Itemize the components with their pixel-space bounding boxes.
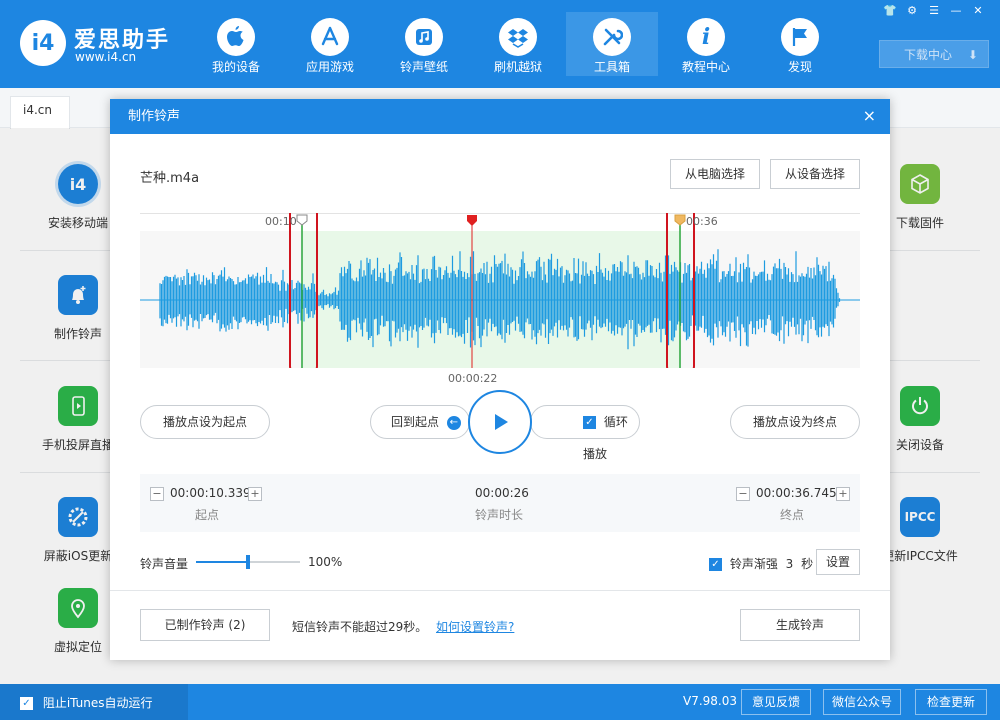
playhead-handle xyxy=(467,215,477,226)
status-bar: ✓ 阻止iTunes自动运行 V7.98.03 意见反馈 微信公众号 检查更新 xyxy=(0,684,1000,720)
info-icon: i xyxy=(687,18,725,56)
nav-label: 我的设备 xyxy=(211,60,260,74)
fade-in-label: 铃声渐强 xyxy=(729,557,778,571)
volume-fill xyxy=(196,561,248,563)
music-icon xyxy=(405,18,443,56)
start-minus-button[interactable]: − xyxy=(150,487,164,501)
nav-apps[interactable]: 应用游戏 xyxy=(284,12,376,76)
nav-discover[interactable]: 发现 xyxy=(754,12,846,76)
download-icon: ⬇ xyxy=(967,48,978,62)
fade-in-value: 3 xyxy=(785,557,794,571)
close-icon[interactable]: ✕ xyxy=(968,3,988,19)
apple-icon xyxy=(217,18,255,56)
start-plus-button[interactable]: + xyxy=(248,487,262,501)
end-caption: 终点 xyxy=(780,508,805,522)
minimize-icon[interactable]: — xyxy=(946,3,966,19)
checkbox-checked-icon[interactable]: ✓ xyxy=(583,416,596,429)
play-button[interactable] xyxy=(468,390,532,454)
logo: i4 xyxy=(20,20,66,66)
nav-label: 工具箱 xyxy=(593,60,630,74)
itunes-block-toggle[interactable]: ✓ 阻止iTunes自动运行 xyxy=(20,694,153,711)
tab-i4[interactable]: i4.cn xyxy=(10,96,70,129)
nav-flash-jailbreak[interactable]: 刷机越狱 xyxy=(472,12,564,76)
shirt-icon[interactable]: 👕 xyxy=(880,3,900,19)
playhead-time: 00:00:22 xyxy=(448,372,498,385)
app-store-icon xyxy=(311,18,349,56)
arrow-left-icon: ← xyxy=(446,415,461,430)
file-name: 芒种.m4a xyxy=(140,171,200,186)
start-marker-time: 00:10 xyxy=(265,215,297,228)
end-time: 00:00:36.745 xyxy=(756,486,837,500)
flag-icon xyxy=(781,18,819,56)
back-to-start-label: 回到起点 xyxy=(391,415,440,429)
check-update-button[interactable]: 检查更新 xyxy=(915,689,987,715)
dialog-title: 制作铃声 xyxy=(110,99,890,134)
nav-ringtones[interactable]: 铃声壁纸 xyxy=(378,12,470,76)
toolbox-icon xyxy=(593,18,631,56)
version-label: V7.98.03 xyxy=(683,694,738,708)
waveform-canvas[interactable] xyxy=(140,213,860,368)
end-minus-button[interactable]: − xyxy=(736,487,750,501)
nav-my-device[interactable]: 我的设备 xyxy=(190,12,282,76)
choose-from-device-button[interactable]: 从设备选择 xyxy=(770,159,860,189)
duration-time: 00:00:26 xyxy=(475,486,529,500)
nav-label: 发现 xyxy=(787,60,812,74)
play-icon xyxy=(495,414,508,430)
start-marker-handle xyxy=(296,214,308,226)
choose-from-pc-button[interactable]: 从电脑选择 xyxy=(670,159,760,189)
download-center-button[interactable]: 下载中心 ⬇ xyxy=(879,40,989,68)
wechat-button[interactable]: 微信公众号 xyxy=(823,689,901,715)
nav-label: 应用游戏 xyxy=(305,60,354,74)
set-end-button[interactable]: 播放点设为终点 xyxy=(730,405,860,439)
fade-in-toggle[interactable]: ✓ 铃声渐强 3 秒 xyxy=(709,555,813,572)
checkbox-checked-icon[interactable]: ✓ xyxy=(20,697,33,710)
fade-settings-button[interactable]: 设置 xyxy=(816,549,860,575)
nav-label: 铃声壁纸 xyxy=(399,60,448,74)
itunes-block-label: 阻止iTunes自动运行 xyxy=(42,696,153,710)
waveform-editor[interactable]: 00:10 00:36 xyxy=(140,213,860,368)
nav-toolbox[interactable]: 工具箱 xyxy=(566,12,658,76)
set-start-button[interactable]: 播放点设为起点 xyxy=(140,405,270,439)
nav-label: 教程中心 xyxy=(681,60,730,74)
dropbox-icon xyxy=(499,18,537,56)
start-time: 00:00:10.339 xyxy=(170,486,251,500)
checkbox-checked-icon[interactable]: ✓ xyxy=(709,558,722,571)
download-center-label: 下载中心 xyxy=(904,48,953,62)
made-ringtones-button[interactable]: 已制作铃声 (2) xyxy=(140,609,270,641)
loop-play-toggle[interactable]: ✓ 循环播放 xyxy=(530,405,640,461)
volume-knob[interactable] xyxy=(246,555,250,569)
generate-ringtone-button[interactable]: 生成铃声 xyxy=(740,609,860,641)
back-to-start-button[interactable]: 回到起点 ← xyxy=(370,405,470,439)
feedback-button[interactable]: 意见反馈 xyxy=(741,689,811,715)
volume-label: 铃声音量 xyxy=(140,557,189,571)
volume-value: 100% xyxy=(308,555,343,569)
app-url: www.i4.cn xyxy=(75,50,137,64)
fade-in-unit: 秒 xyxy=(801,557,814,571)
volume-slider[interactable] xyxy=(196,555,300,569)
dialog-close-button[interactable]: × xyxy=(863,99,876,132)
start-caption: 起点 xyxy=(195,508,220,522)
nav-tutorials[interactable]: i 教程中心 xyxy=(660,12,752,76)
app-header: i4 爱思助手 www.i4.cn 我的设备 应用游戏 铃声壁纸 刷机越狱 工具… xyxy=(0,0,1000,88)
howto-link[interactable]: 如何设置铃声? xyxy=(436,618,514,635)
gear-icon[interactable]: ⚙ xyxy=(902,3,922,19)
end-marker-handle xyxy=(674,214,686,226)
dialog-divider xyxy=(110,590,890,591)
end-plus-button[interactable]: + xyxy=(836,487,850,501)
time-info-panel: − 00:00:10.339 + 起点 00:00:26 铃声时长 − 00:0… xyxy=(140,474,860,532)
menu-icon[interactable]: ☰ xyxy=(924,3,944,19)
nav-label: 刷机越狱 xyxy=(493,60,542,74)
sms-note: 短信铃声不能超过29秒。 xyxy=(292,620,428,634)
ringtone-dialog: 制作铃声 × 芒种.m4a 从电脑选择 从设备选择 00:10 00:36 00… xyxy=(110,99,890,660)
end-marker-time: 00:36 xyxy=(686,215,718,228)
duration-caption: 铃声时长 xyxy=(475,508,524,522)
